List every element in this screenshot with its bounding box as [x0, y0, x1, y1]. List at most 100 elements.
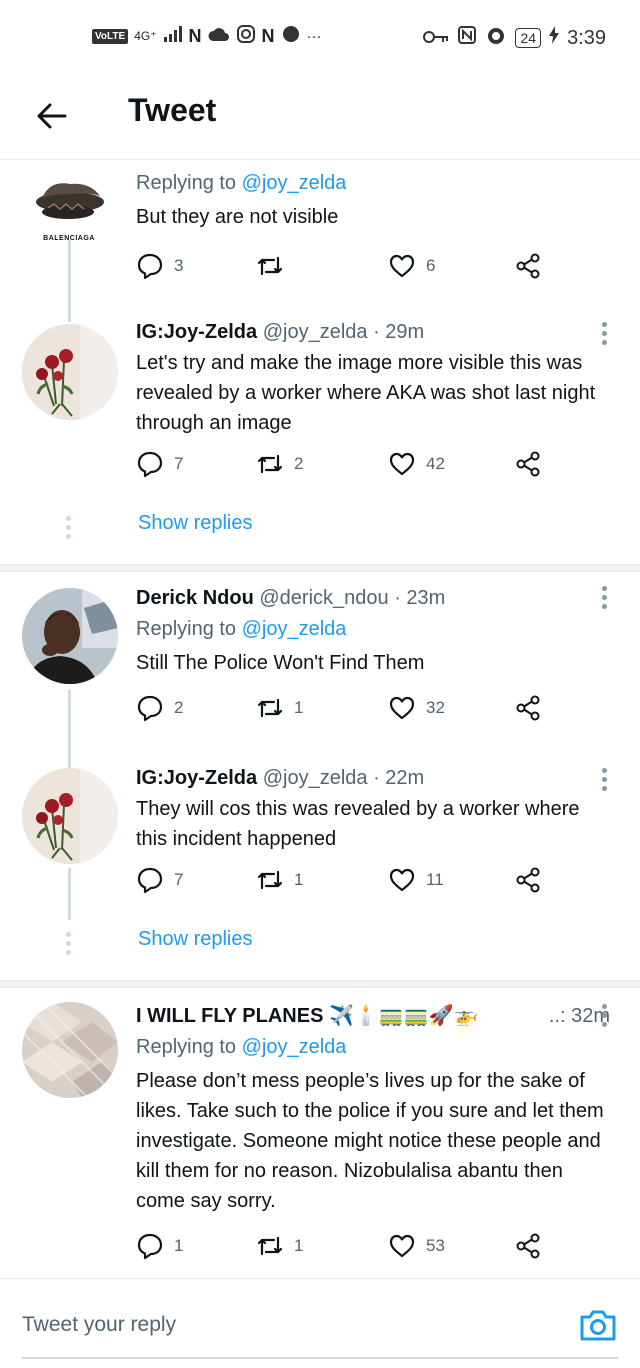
- thread-line: [68, 750, 71, 768]
- share-button[interactable]: [514, 694, 542, 722]
- share-icon: [516, 1233, 540, 1259]
- key-icon: [423, 27, 449, 50]
- back-button[interactable]: [30, 94, 74, 138]
- timestamp[interactable]: · 23m: [394, 587, 445, 609]
- tweet-text: Let's try and make the image more visibl…: [136, 352, 596, 434]
- display-name[interactable]: IG:Joy-Zelda: [136, 767, 257, 789]
- reply-count: 7: [174, 454, 184, 473]
- share-icon: [516, 867, 540, 893]
- status-bar: VoLTE 4G⁺ N N ··· 24 3:39: [0, 0, 640, 76]
- tweet-actions: 3 6: [136, 252, 556, 292]
- reply-composer: [0, 1278, 640, 1368]
- avatar[interactable]: [22, 1002, 118, 1098]
- retweet-button[interactable]: 1: [256, 694, 303, 722]
- reply-count: 1: [174, 1236, 184, 1255]
- tweet-header: Derick Ndou @derick_ndou · 23m: [136, 584, 610, 612]
- tweet-actions: 7 2 42: [136, 450, 556, 490]
- like-count: 42: [426, 454, 445, 473]
- share-button[interactable]: [514, 866, 542, 894]
- avatar[interactable]: [22, 324, 118, 420]
- reply-count: 7: [174, 870, 184, 889]
- reply-icon: [137, 253, 163, 280]
- like-count: 32: [426, 698, 445, 717]
- tweet-item[interactable]: Derick Ndou @derick_ndou · 23m Replying …: [0, 572, 640, 750]
- like-button[interactable]: 6: [388, 252, 435, 280]
- balenciaga-shoe-image: BALENCIAGA: [30, 168, 108, 242]
- retweet-button[interactable]: 2: [256, 450, 303, 478]
- more-options-button[interactable]: [594, 582, 614, 612]
- more-options-button[interactable]: [594, 1000, 614, 1030]
- reply-button[interactable]: 2: [136, 694, 183, 722]
- profile-photo-man: [22, 588, 118, 684]
- share-button[interactable]: [514, 1232, 542, 1260]
- tweet-header: IG:Joy-Zelda @joy_zelda · 22m: [136, 764, 610, 792]
- avatar[interactable]: [22, 588, 118, 684]
- nfc-icon: [457, 25, 477, 51]
- retweet-button[interactable]: [256, 252, 294, 280]
- mention-link[interactable]: @joy_zelda: [242, 1036, 347, 1058]
- status-right: 24 3:39: [423, 24, 606, 52]
- mention-link[interactable]: @joy_zelda: [242, 172, 347, 194]
- like-button[interactable]: 11: [388, 866, 444, 894]
- retweet-button[interactable]: 1: [256, 866, 303, 894]
- user-handle[interactable]: @joy_zelda: [263, 767, 368, 789]
- timestamp[interactable]: · 22m: [373, 767, 424, 789]
- like-button[interactable]: 42: [388, 450, 445, 478]
- retweet-button[interactable]: 1: [256, 1232, 303, 1260]
- thread-more-dots: [66, 516, 72, 539]
- share-icon: [516, 695, 540, 721]
- reply-count: 2: [174, 698, 184, 717]
- timestamp[interactable]: · 29m: [373, 321, 424, 343]
- reply-button[interactable]: 7: [136, 866, 183, 894]
- tweet-item[interactable]: IG:Joy-Zelda @joy_zelda · 29m Let's try …: [0, 306, 640, 562]
- share-button[interactable]: [514, 252, 542, 280]
- tweet-actions: 2 1 32: [136, 694, 556, 734]
- signal-icon: [163, 25, 183, 47]
- like-count: 11: [426, 870, 444, 889]
- arrow-left-icon: [37, 103, 67, 129]
- more-options-button[interactable]: [594, 764, 614, 794]
- roses-avatar-image: [22, 324, 118, 420]
- like-button[interactable]: 53: [388, 1232, 445, 1260]
- retweet-count: 1: [294, 870, 304, 889]
- reply-input[interactable]: [22, 1307, 542, 1343]
- tweet-item[interactable]: I WILL FLY PLANES ✈️🕯️🚃🚃🚀🚁 ..: 32m Reply…: [0, 988, 640, 1278]
- tweet-text: Still The Police Won't Find Them: [136, 652, 425, 674]
- display-name[interactable]: Derick Ndou: [136, 587, 254, 609]
- tweet-item[interactable]: BALENCIAGA Replying to @joy_zelda But th…: [0, 160, 640, 306]
- avatar[interactable]: [22, 768, 118, 864]
- reply-button[interactable]: 3: [136, 252, 183, 280]
- reply-button[interactable]: 1: [136, 1232, 183, 1260]
- show-replies-link[interactable]: Show replies: [138, 928, 253, 951]
- tweet-text: But they are not visible: [136, 206, 339, 228]
- like-button[interactable]: 32: [388, 694, 445, 722]
- camera-button[interactable]: [578, 1305, 618, 1345]
- replying-to: Replying to @joy_zelda: [136, 618, 347, 640]
- tweet-text: Please don’t mess people’s lives up for …: [136, 1070, 604, 1212]
- thread-line: [68, 690, 71, 750]
- retweet-icon: [257, 454, 283, 474]
- tweet-header: I WILL FLY PLANES ✈️🕯️🚃🚃🚀🚁 ..: 32m: [136, 1002, 610, 1030]
- reply-count: 3: [174, 256, 184, 275]
- retweet-count: 1: [294, 1236, 304, 1255]
- reply-button[interactable]: 7: [136, 450, 183, 478]
- share-button[interactable]: [514, 450, 542, 478]
- mention-link[interactable]: @joy_zelda: [242, 618, 347, 640]
- tweet-item[interactable]: IG:Joy-Zelda @joy_zelda · 22m They will …: [0, 750, 640, 978]
- heart-icon: [389, 254, 415, 278]
- more-options-button[interactable]: [594, 318, 614, 348]
- retweet-count: 2: [294, 454, 304, 473]
- display-name[interactable]: I WILL FLY PLANES ✈️🕯️🚃🚃🚀🚁: [136, 1002, 478, 1030]
- roses-avatar-image: [22, 768, 118, 864]
- page-title: Tweet: [128, 92, 217, 128]
- thread-divider: [0, 980, 640, 988]
- show-replies-link[interactable]: Show replies: [138, 512, 253, 535]
- alarm-icon: [485, 24, 507, 52]
- reply-underline: [22, 1357, 618, 1359]
- retweet-icon: [257, 870, 283, 890]
- user-handle[interactable]: @joy_zelda: [263, 321, 368, 343]
- textured-avatar-image: [22, 1002, 118, 1098]
- display-name[interactable]: IG:Joy-Zelda: [136, 321, 257, 343]
- user-handle[interactable]: @derick_ndou: [259, 587, 388, 609]
- like-count: 6: [426, 256, 436, 275]
